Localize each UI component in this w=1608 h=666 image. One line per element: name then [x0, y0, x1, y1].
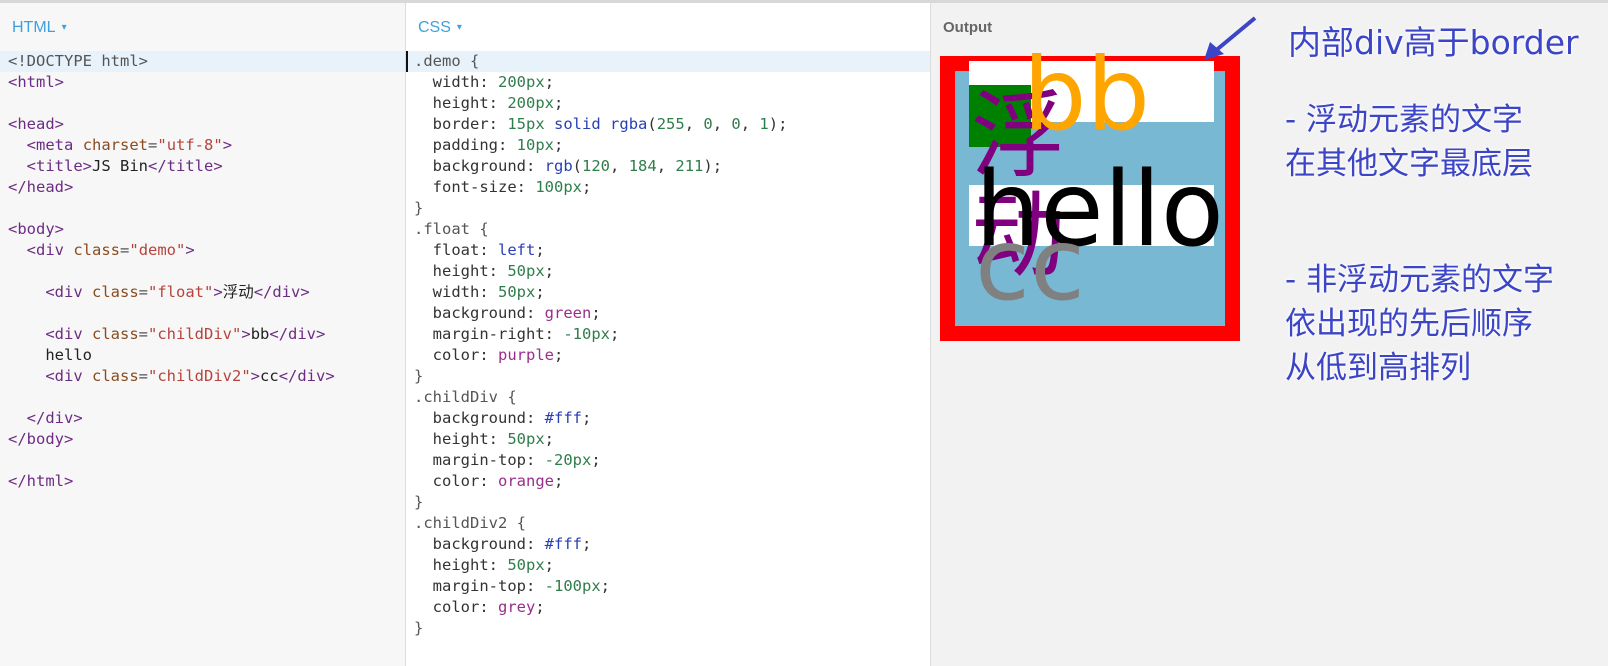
- cc-text: cc: [975, 206, 1085, 323]
- output-panel-label: Output: [943, 19, 993, 36]
- html-code-editor[interactable]: <!DOCTYPE html> <html> <head> <meta charse…: [0, 51, 405, 492]
- css-code-line[interactable]: margin-top: -100px;: [406, 576, 930, 597]
- css-code-line[interactable]: .float {: [406, 219, 930, 240]
- css-code-line[interactable]: color: grey;: [406, 597, 930, 618]
- annotation-title: 内部div高于border: [1288, 23, 1579, 62]
- html-code-line[interactable]: </body>: [0, 429, 405, 450]
- css-code-line[interactable]: width: 50px;: [406, 282, 930, 303]
- html-code-line[interactable]: <div class="childDiv2">cc</div>: [0, 366, 405, 387]
- arrow-icon: [1204, 16, 1257, 60]
- html-code-line[interactable]: <!DOCTYPE html>: [0, 51, 405, 72]
- annotation-nonfloat-note: - 非浮动元素的文字 依出现的先后顺序 从低到高排列: [1285, 258, 1554, 390]
- css-code-line[interactable]: margin-right: -10px;: [406, 324, 930, 345]
- html-code-line[interactable]: [0, 261, 405, 282]
- css-panel-label[interactable]: CSS: [418, 19, 451, 36]
- html-code-line[interactable]: <meta charset="utf-8">: [0, 135, 405, 156]
- html-code-line[interactable]: <div class="float">浮动</div>: [0, 282, 405, 303]
- css-panel-header[interactable]: CSS ▾: [406, 3, 930, 51]
- html-code-line[interactable]: hello: [0, 345, 405, 366]
- css-code-line[interactable]: padding: 10px;: [406, 135, 930, 156]
- css-code-line[interactable]: float: left;: [406, 240, 930, 261]
- css-editor-panel[interactable]: CSS ▾ .demo { width: 200px; height: 200px…: [406, 3, 931, 666]
- html-code-line[interactable]: <div class="demo">: [0, 240, 405, 261]
- css-code-line[interactable]: background: green;: [406, 303, 930, 324]
- css-code-line[interactable]: height: 200px;: [406, 93, 930, 114]
- annotation-float-line2: 在其他文字最底层: [1285, 146, 1533, 182]
- css-code-line[interactable]: .demo {: [406, 51, 930, 72]
- css-code-line[interactable]: font-size: 100px;: [406, 177, 930, 198]
- css-code-line[interactable]: }: [406, 366, 930, 387]
- demo-box: 浮动 bb hello cc: [940, 45, 1240, 341]
- html-code-line[interactable]: </html>: [0, 471, 405, 492]
- html-code-line[interactable]: </head>: [0, 177, 405, 198]
- html-editor-panel[interactable]: HTML ▾ <!DOCTYPE html> <html> <head> <meta …: [0, 3, 406, 666]
- css-code-line[interactable]: height: 50px;: [406, 555, 930, 576]
- html-code-line[interactable]: [0, 303, 405, 324]
- css-code-line[interactable]: }: [406, 198, 930, 219]
- css-code-line[interactable]: color: purple;: [406, 345, 930, 366]
- html-code-line[interactable]: [0, 198, 405, 219]
- css-code-line[interactable]: }: [406, 492, 930, 513]
- css-code-line[interactable]: background: #fff;: [406, 534, 930, 555]
- html-code-line[interactable]: [0, 387, 405, 408]
- html-panel-header[interactable]: HTML ▾: [0, 3, 405, 51]
- annotation-nonfloat-line2: 依出现的先后顺序: [1285, 306, 1533, 342]
- css-code-line[interactable]: background: rgb(120, 184, 211);: [406, 156, 930, 177]
- css-code-editor[interactable]: .demo { width: 200px; height: 200px; bor…: [406, 51, 930, 639]
- annotation-nonfloat-line1: - 非浮动元素的文字: [1285, 262, 1555, 298]
- annotation-nonfloat-line3: 从低到高排列: [1285, 350, 1471, 386]
- css-code-line[interactable]: height: 50px;: [406, 261, 930, 282]
- css-code-line[interactable]: height: 50px;: [406, 429, 930, 450]
- bb-text: bb: [1023, 36, 1150, 153]
- html-code-line[interactable]: [0, 93, 405, 114]
- css-code-line[interactable]: .childDiv2 {: [406, 513, 930, 534]
- css-code-line[interactable]: color: orange;: [406, 471, 930, 492]
- chevron-down-icon[interactable]: ▾: [457, 22, 462, 33]
- html-code-line[interactable]: <html>: [0, 72, 405, 93]
- html-code-line[interactable]: <title>JS Bin</title>: [0, 156, 405, 177]
- css-code-line[interactable]: width: 200px;: [406, 72, 930, 93]
- html-code-line[interactable]: </div>: [0, 408, 405, 429]
- css-code-line[interactable]: margin-top: -20px;: [406, 450, 930, 471]
- css-code-line[interactable]: }: [406, 618, 930, 639]
- css-code-line[interactable]: .childDiv {: [406, 387, 930, 408]
- html-code-line[interactable]: <div class="childDiv">bb</div>: [0, 324, 405, 345]
- html-code-line[interactable]: [0, 450, 405, 471]
- html-code-line[interactable]: <head>: [0, 114, 405, 135]
- css-code-line[interactable]: background: #fff;: [406, 408, 930, 429]
- html-code-line[interactable]: <body>: [0, 219, 405, 240]
- html-panel-label[interactable]: HTML: [12, 19, 56, 36]
- chevron-down-icon[interactable]: ▾: [62, 22, 67, 33]
- annotation-float-note: - 浮动元素的文字 在其他文字最底层: [1285, 98, 1533, 186]
- annotation-float-line1: - 浮动元素的文字: [1285, 102, 1524, 138]
- css-code-line[interactable]: border: 15px solid rgba(255, 0, 0, 1);: [406, 114, 930, 135]
